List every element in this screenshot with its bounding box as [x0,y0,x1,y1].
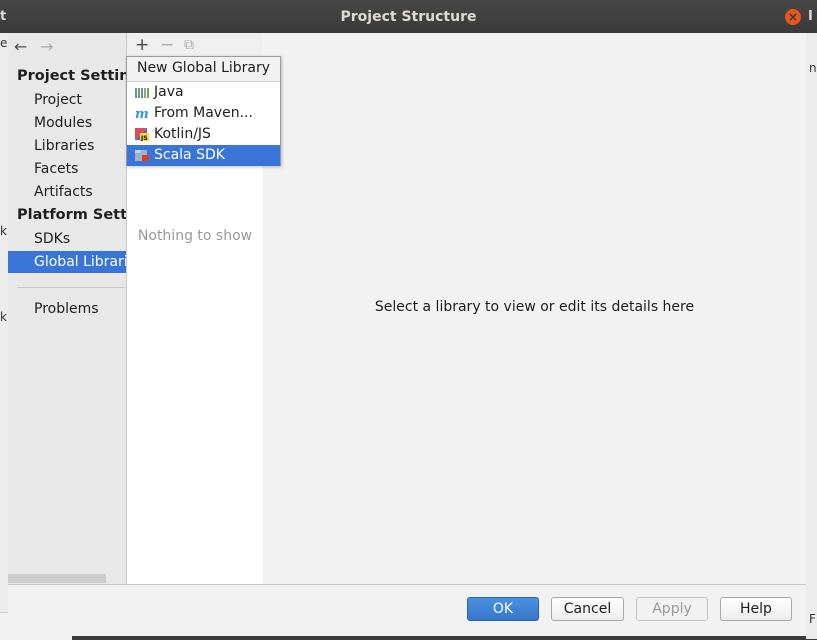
popup-item-label: From Maven... [154,105,253,121]
dialog-footer: OK Cancel Apply Help [8,584,806,636]
back-arrow-icon[interactable]: ← [14,37,27,56]
forward-arrow-icon[interactable]: → [40,37,53,56]
sidebar-item-sdks[interactable]: SDKs [8,228,126,250]
bg-fragment: I [808,9,813,24]
bg-fragment: e [0,36,8,50]
scala-sdk-icon [135,150,149,161]
sidebar-horizontal-scrollbar[interactable] [8,574,106,583]
maven-icon: m [135,107,149,120]
svg-text:m: m [135,107,149,120]
sidebar-item-modules[interactable]: Modules [8,112,126,134]
sidebar-item-libraries[interactable]: Libraries [8,135,126,157]
popup-item-kotlin-js[interactable]: JS Kotlin/JS [127,124,280,145]
kotlin-js-icon: JS [135,128,149,141]
sidebar-item-problems[interactable]: Problems [8,298,126,320]
library-toolbar: + − ⧉ [127,33,263,57]
popup-item-scala-sdk[interactable]: Scala SDK [127,145,280,166]
sidebar-item-project[interactable]: Project [8,89,126,111]
new-global-library-popup: New Global Library Java m From Maven... … [126,56,281,166]
window-title: Project Structure [340,9,477,25]
popup-item-label: Kotlin/JS [154,126,211,142]
remove-icon[interactable]: − [160,35,174,55]
cancel-button[interactable]: Cancel [551,597,624,621]
bg-fragment: F [809,612,816,626]
sidebar-divider [17,287,125,288]
popup-item-label: Scala SDK [154,147,225,163]
bg-fragment: k [0,224,7,238]
java-library-icon [135,88,149,98]
settings-sidebar: ← → Project Settings Project Modules Lib… [8,33,126,584]
svg-text:JS: JS [140,135,148,141]
sidebar-item-facets[interactable]: Facets [8,158,126,180]
close-window-button[interactable]: × [785,9,801,25]
bg-fragment: k [0,310,7,324]
popup-title: New Global Library [127,57,280,82]
add-icon[interactable]: + [135,35,149,55]
empty-list-message: Nothing to show [137,228,253,244]
apply-button[interactable]: Apply [636,597,708,621]
background-ide-left: t e k k [0,7,8,639]
section-project-settings: Project Settings [17,68,126,84]
sidebar-item-artifacts[interactable]: Artifacts [8,181,126,203]
window-titlebar[interactable]: t Project Structure × I [0,0,817,33]
popup-item-from-maven[interactable]: m From Maven... [127,103,280,124]
sidebar-item-global-libraries[interactable]: Global Libraries [8,251,126,273]
background-ide-right: n. F [806,32,817,639]
details-hint: Select a library to view or edit its det… [374,299,695,315]
library-details-panel: Select a library to view or edit its det… [263,33,806,584]
popup-item-label: Java [154,84,184,100]
popup-item-java[interactable]: Java [127,82,280,103]
ok-button[interactable]: OK [467,597,539,621]
copy-icon[interactable]: ⧉ [184,37,194,53]
bg-fragment: n. [809,61,817,75]
section-platform-settings: Platform Settings [17,207,126,223]
help-button[interactable]: Help [720,597,792,621]
